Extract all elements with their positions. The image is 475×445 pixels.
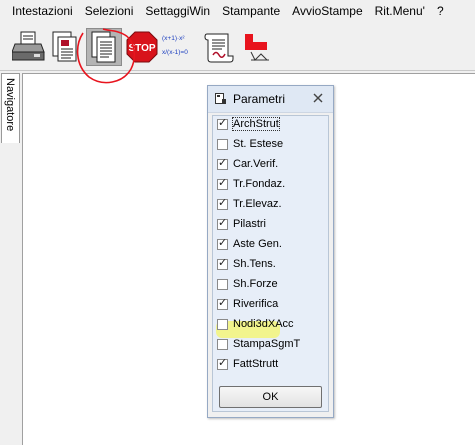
stop-label: STOP xyxy=(128,43,155,54)
checkbox-box[interactable]: ✓ xyxy=(217,216,228,230)
checkbox-riverifica[interactable]: ✓ Riverifica xyxy=(217,296,278,312)
stop-button[interactable]: STOP xyxy=(125,30,159,64)
checkbox-tr-fondaz[interactable]: ✓ Tr.Fondaz. xyxy=(217,176,285,192)
checkbox-label: StampaSgmT xyxy=(233,338,301,350)
parametri-dialog: Parametri ✓ ArchStrut St. Estese ✓ Car.V… xyxy=(207,85,334,418)
checkbox-aste-gen[interactable]: ✓ Aste Gen. xyxy=(217,236,282,252)
menu-bar: Intestazioni Selezioni SettaggiWin Stamp… xyxy=(0,0,475,22)
checkbox-box[interactable]: ✓ xyxy=(217,196,228,210)
checkbox-label: Riverifica xyxy=(233,298,279,310)
checkbox-box[interactable]: ✓ xyxy=(217,116,228,130)
checkbox-label: Sh.Tens. xyxy=(233,258,276,270)
checkmark-icon: ✓ xyxy=(218,196,228,209)
checkbox-sh-forze[interactable]: Sh.Forze xyxy=(217,276,278,292)
navigator-label: Navigatore xyxy=(4,78,16,132)
dialog-app-icon xyxy=(215,93,226,104)
checkmark-icon: ✓ xyxy=(218,156,228,169)
toolbar-divider xyxy=(0,70,475,71)
checkbox-box[interactable] xyxy=(217,318,228,330)
dialog-body: ✓ ArchStrut St. Estese ✓ Car.Verif. ✓ Tr… xyxy=(212,115,329,412)
navigator-panel: Navigatore xyxy=(0,73,21,445)
checkbox-label: Pilastri xyxy=(233,218,267,230)
checkbox-label: ArchStrut xyxy=(232,117,280,131)
checkbox-label: St. Estese xyxy=(233,138,284,150)
checkbox-box[interactable] xyxy=(217,278,228,290)
print-pages-button[interactable] xyxy=(86,28,122,66)
formula-line-1: (x+1)·x² xyxy=(162,35,185,42)
navigator-tab[interactable]: Navigatore xyxy=(1,73,20,143)
return-icon xyxy=(245,34,269,61)
formula-icon: (x+1)·x² x/(x-1)=0 xyxy=(162,35,188,56)
checkbox-box[interactable]: ✓ xyxy=(217,236,228,250)
checkbox-label: Tr.Fondaz. xyxy=(233,178,286,190)
checkbox-box[interactable] xyxy=(217,138,228,150)
menu-intestazioni[interactable]: Intestazioni xyxy=(0,0,79,22)
checkmark-icon: ✓ xyxy=(218,176,228,189)
print-pages-icon xyxy=(91,31,116,63)
toolbar: STOP (x+1)·x² x/(x-1)=0 xyxy=(0,22,475,70)
checkbox-car-verif[interactable]: ✓ Car.Verif. xyxy=(217,156,278,172)
checkbox-box[interactable]: ✓ xyxy=(217,356,228,370)
checkbox-label: Nodi3dXAcc xyxy=(233,318,294,330)
close-icon[interactable] xyxy=(311,91,325,105)
checkmark-icon: ✓ xyxy=(218,256,228,269)
checkbox-label: Car.Verif. xyxy=(233,158,279,170)
dialog-title: Parametri xyxy=(233,92,286,106)
checkbox-archstrut[interactable]: ✓ ArchStrut xyxy=(217,116,280,132)
certificate-icon xyxy=(204,33,234,63)
ok-button[interactable]: OK xyxy=(219,386,322,408)
checkbox-box[interactable]: ✓ xyxy=(217,176,228,190)
checkmark-icon: ✓ xyxy=(218,356,228,369)
formula-line-2: x/(x-1)=0 xyxy=(162,49,188,56)
menu-help[interactable]: ? xyxy=(431,0,450,22)
checkbox-box[interactable]: ✓ xyxy=(217,156,228,170)
checkmark-icon: ✓ xyxy=(218,236,228,249)
checkbox-sh-tens[interactable]: ✓ Sh.Tens. xyxy=(217,256,276,272)
menu-selezioni[interactable]: Selezioni xyxy=(79,0,140,22)
checkmark-icon: ✓ xyxy=(218,216,228,229)
checkbox-label: Sh.Forze xyxy=(233,278,278,290)
checkbox-box[interactable]: ✓ xyxy=(217,296,228,310)
print-document-icon xyxy=(52,31,77,62)
checkbox-label: Tr.Elevaz. xyxy=(233,198,282,210)
checkbox-pilastri[interactable]: ✓ Pilastri xyxy=(217,216,266,232)
checkbox-nodi3dxacc[interactable]: Nodi3dXAcc xyxy=(217,316,294,332)
menu-stampante[interactable]: Stampante xyxy=(216,0,286,22)
menu-avviostampe[interactable]: AvvioStampe xyxy=(286,0,368,22)
printer-icon xyxy=(12,31,45,61)
stop-icon: STOP xyxy=(126,31,158,63)
menu-settaggiwin[interactable]: SettaggiWin xyxy=(139,0,216,22)
dialog-titlebar[interactable]: Parametri xyxy=(208,86,333,113)
checkbox-box[interactable]: ✓ xyxy=(217,256,228,270)
formula-button[interactable]: (x+1)·x² x/(x-1)=0 xyxy=(160,30,200,64)
checkbox-label: FattStrutt xyxy=(233,358,279,370)
return-button[interactable] xyxy=(241,30,275,64)
checkmark-icon: ✓ xyxy=(218,116,228,129)
menu-rit-menu[interactable]: Rit.Menu' xyxy=(369,0,431,22)
checkbox-label: Aste Gen. xyxy=(233,238,282,250)
checkbox-fattstrutt[interactable]: ✓ FattStrutt xyxy=(217,356,278,372)
checkbox-box[interactable] xyxy=(217,338,228,350)
checkbox-st-estese[interactable]: St. Estese xyxy=(217,136,283,152)
checkbox-tr-elevaz[interactable]: ✓ Tr.Elevaz. xyxy=(217,196,282,212)
checkbox-stampasgmt[interactable]: StampaSgmT xyxy=(217,336,300,352)
print-document-button[interactable] xyxy=(49,30,83,64)
certificate-button[interactable] xyxy=(202,30,236,64)
printer-button[interactable] xyxy=(12,30,46,64)
checkmark-icon: ✓ xyxy=(218,296,228,309)
